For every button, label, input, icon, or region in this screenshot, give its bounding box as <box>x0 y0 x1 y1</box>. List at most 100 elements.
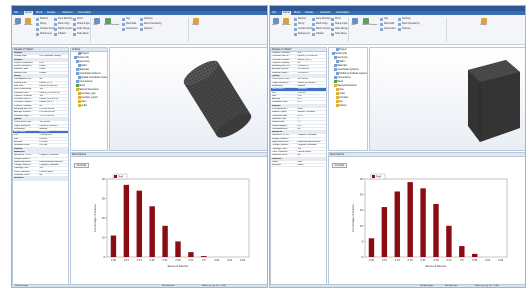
details-value[interactable]: No <box>297 62 326 64</box>
generate-button[interactable]: Generate <box>282 17 291 27</box>
insert-button[interactable]: Insert <box>272 17 281 27</box>
graphics-viewport[interactable] <box>369 47 525 151</box>
details-value[interactable]: No <box>39 105 68 107</box>
tools-button[interactable]: Tools <box>351 17 360 27</box>
details-value[interactable]: Use Geometry Setting <box>39 55 68 57</box>
ribbon-item[interactable]: Node Move <box>331 32 347 36</box>
details-value[interactable]: Program Controlled <box>39 154 68 156</box>
ribbon-item[interactable]: Node Merge <box>331 27 348 31</box>
details-value[interactable]: 3.1e-008 m² <box>297 68 326 70</box>
details-value[interactable]: 1.2077e-004 m <box>39 115 68 117</box>
details-value[interactable]: Medium <box>39 128 68 130</box>
ribbon-item[interactable]: Arbitrary <box>398 17 411 21</box>
ribbon-item[interactable]: Face Meshing <box>312 17 330 21</box>
ribbon-item[interactable]: Connection <box>380 27 396 31</box>
ribbon-item[interactable]: Method <box>294 17 306 21</box>
details-value[interactable] <box>297 138 326 140</box>
generate-button[interactable]: Generate <box>24 17 33 27</box>
details-value[interactable] <box>39 75 68 77</box>
ribbon-item[interactable]: Node Move <box>73 32 89 36</box>
details-value[interactable]: 0.69955 <box>39 138 68 140</box>
details-value[interactable]: Yes, Errors <box>39 121 68 123</box>
details-value[interactable]: Default <box>39 72 68 74</box>
details-value[interactable]: Skewness <box>39 131 68 133</box>
details-value[interactable]: Medium <box>297 85 326 87</box>
details-value[interactable]: Program Controlled <box>297 134 326 136</box>
tree-node[interactable]: bottom <box>329 104 367 108</box>
named-selection-button[interactable]: Named Selection <box>362 17 377 27</box>
ribbon-item[interactable]: Pinch <box>73 17 83 21</box>
ribbon-item[interactable]: Tag <box>122 17 130 21</box>
details-value[interactable]: Yes <box>39 167 68 169</box>
ribbon-item[interactable]: Mesh Numbering <box>140 22 162 26</box>
details-value[interactable]: Please Define <box>39 171 68 173</box>
details-value[interactable] <box>297 131 326 133</box>
details-value[interactable]: 0.12 <box>297 101 326 103</box>
details-value[interactable]: CFD <box>39 62 68 64</box>
details-value[interactable]: Default (1.2e-006 m) <box>297 55 326 57</box>
ribbon-item[interactable]: Match Control <box>54 27 72 31</box>
ribbon-item[interactable]: Fracture <box>398 27 411 31</box>
details-value[interactable]: Default (0.900000) <box>39 125 68 127</box>
ribbon-item[interactable]: Arbitrary <box>140 17 153 21</box>
tree-node[interactable]: outlet <box>71 104 107 108</box>
details-value[interactable]: Fluent <box>39 65 68 67</box>
ribbon-item[interactable]: Refinement <box>36 32 52 36</box>
status-units[interactable]: Metric (m, kg, N, s, V, A) <box>475 285 499 287</box>
details-value[interactable]: Default (18.0°) <box>297 59 326 61</box>
details-value[interactable]: Default (18.0°) <box>39 101 68 103</box>
details-value[interactable]: Dimensionally Reduced <box>39 161 68 163</box>
details-value[interactable]: No <box>297 128 326 130</box>
details-value[interactable]: 0.22389 <box>39 141 68 143</box>
ribbon-item[interactable]: Face Meshing <box>54 17 72 21</box>
ribbon-item[interactable]: Mesh Edit <box>380 22 394 26</box>
ribbon-item[interactable]: Mesh Edit <box>122 22 136 26</box>
ribbon-item[interactable]: Contact Sizing <box>294 27 313 31</box>
details-value[interactable]: 2.5705e-003 m <box>39 108 68 110</box>
ribbon-item[interactable]: Mesh Copy <box>54 22 70 26</box>
ribbon-item[interactable]: Sharp Angle <box>73 22 90 26</box>
details-value[interactable]: 5 <box>297 118 326 120</box>
details-value[interactable]: 9983 <box>297 161 326 163</box>
details-value[interactable] <box>297 75 326 77</box>
graphics-viewport[interactable] <box>109 47 267 151</box>
details-value[interactable]: 0.69 <box>297 95 326 97</box>
details-value[interactable]: None <box>297 108 326 110</box>
details-value[interactable]: Yes <box>297 52 326 54</box>
ribbon-item[interactable]: Inflation <box>312 32 324 36</box>
details-value[interactable]: 1.5e-003 <box>297 92 326 94</box>
details-value[interactable] <box>39 158 68 160</box>
ribbon-item[interactable]: Method <box>36 17 48 21</box>
details-value[interactable]: 2.5e-005 m <box>297 72 326 74</box>
details-value[interactable] <box>39 151 68 153</box>
details-value[interactable]: Default (1.2) <box>39 82 68 84</box>
details-value[interactable]: Yes, Errors <box>297 78 326 80</box>
details-value[interactable]: No <box>39 174 68 176</box>
details-value[interactable]: Linear <box>39 68 68 70</box>
details-value[interactable]: Default (0.900000) <box>297 82 326 84</box>
details-value[interactable]: Pre <box>297 125 326 127</box>
ribbon-item[interactable]: Refinement <box>294 32 310 36</box>
display-button[interactable]: Display <box>192 17 201 27</box>
details-value[interactable] <box>297 158 326 160</box>
display-button[interactable]: Display <box>480 17 489 27</box>
details-value[interactable]: 0.23 <box>297 98 326 100</box>
tools-button[interactable]: Tools <box>93 17 102 27</box>
details-value[interactable]: Yes <box>39 88 68 90</box>
details-row[interactable]: Elements 49085 <box>271 164 326 168</box>
ribbon-item[interactable]: Connection <box>122 27 138 31</box>
details-value[interactable]: Default (3.e-005 m) <box>39 98 68 100</box>
ribbon-item[interactable]: Node Merge <box>73 27 90 31</box>
details-value[interactable]: Default (0.0006 m) <box>39 85 68 87</box>
details-value[interactable]: Please Define <box>297 151 326 153</box>
insert-button[interactable]: Insert <box>14 17 23 27</box>
details-value[interactable]: No <box>39 78 68 80</box>
details-value[interactable]: Program Controlled <box>39 164 68 166</box>
ribbon-item[interactable]: Sizing <box>36 22 46 26</box>
details-value[interactable]: Smooth Transition <box>297 111 326 113</box>
ribbon-item[interactable]: Mesh Copy <box>312 22 328 26</box>
ribbon-item[interactable]: Match Control <box>312 27 330 31</box>
details-value[interactable]: 6.5708e-005 m² <box>39 111 68 113</box>
details-value[interactable] <box>39 177 68 179</box>
details-value[interactable]: Program Controlled <box>297 144 326 146</box>
